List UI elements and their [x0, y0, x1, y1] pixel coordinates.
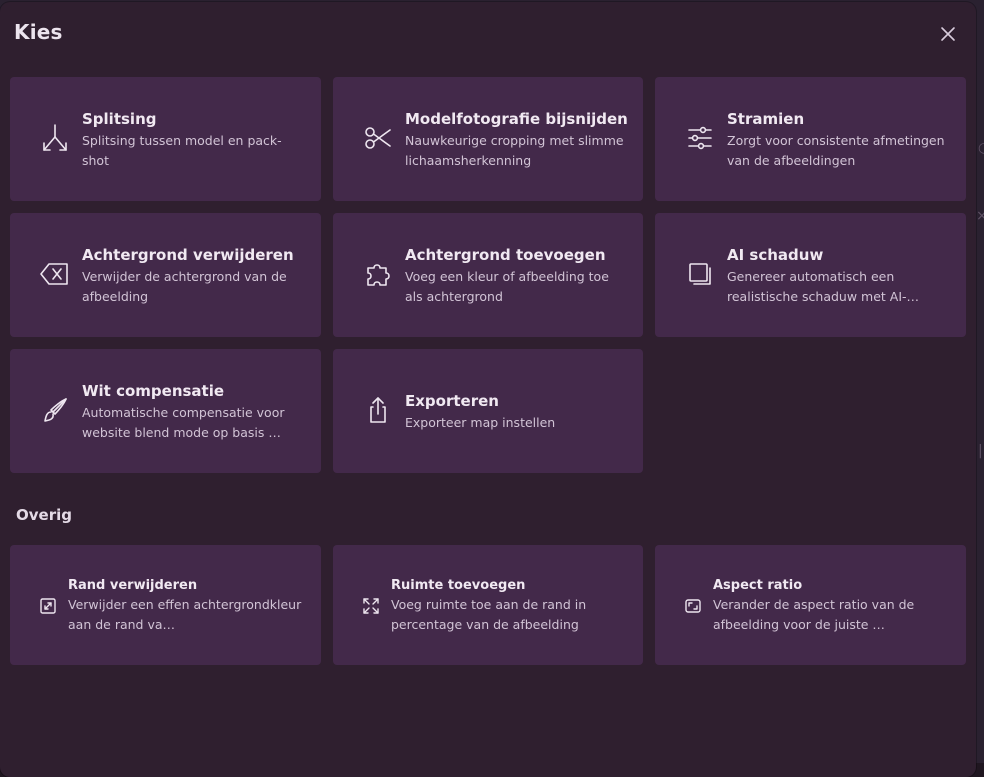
expand-arrows-icon [359, 594, 383, 618]
shadow-square-icon [683, 257, 717, 291]
tool-description: Nauwkeurige cropping met slimme lichaams… [405, 133, 624, 168]
tool-title: Wit compensatie [82, 382, 225, 400]
tool-title: Modelfotografie bijsnijden [405, 110, 628, 128]
scissors-icon [361, 121, 395, 155]
other-title: Ruimte toevoegen [391, 578, 526, 593]
puzzle-icon [361, 257, 395, 291]
tool-title: Exporteren [405, 392, 499, 410]
tool-card-exporteren[interactable]: Exporteren Exporteer map instellen [333, 349, 643, 473]
close-button[interactable] [936, 22, 960, 46]
modal-title: Kies [14, 20, 63, 44]
tool-card-achtergrond-verwijderen[interactable]: Achtergrond verwijderen Verwijder de ach… [10, 213, 321, 337]
tool-description: Zorgt voor consistente afmetingen van de… [727, 133, 945, 168]
sliders-icon [683, 121, 717, 155]
other-title: Aspect ratio [713, 578, 803, 593]
brush-icon [38, 393, 72, 427]
other-description: Verwijder een effen achtergrondkleur aan… [68, 597, 302, 632]
section-title-overig: Overig [16, 506, 72, 524]
background-fragment: × [976, 208, 984, 224]
tool-card-splitsing[interactable]: Splitsing Splitsing tussen model en pack… [10, 77, 321, 201]
tool-card-wit-compensatie[interactable]: Wit compensatie Automatische compensatie… [10, 349, 321, 473]
tool-card-achtergrond-toevoegen[interactable]: Achtergrond toevoegen Voeg een kleur of … [333, 213, 643, 337]
other-title: Rand verwijderen [68, 578, 198, 593]
tool-title: Splitsing [82, 110, 157, 128]
other-description: Verander de aspect ratio van de afbeeldi… [713, 597, 915, 632]
aspect-ratio-icon [681, 594, 705, 618]
backspace-icon [38, 257, 72, 291]
tool-title: Achtergrond verwijderen [82, 246, 294, 264]
split-arrows-icon [38, 121, 72, 155]
close-icon [939, 25, 957, 43]
other-card-rand-verwijderen[interactable]: Rand verwijderen Verwijder een effen ach… [10, 545, 321, 665]
tool-title: Stramien [727, 110, 805, 128]
tool-description: Exporteer map instellen [405, 415, 556, 430]
other-description: Voeg ruimte toe aan de rand in percentag… [391, 597, 587, 632]
other-card-aspect-ratio[interactable]: Aspect ratio Verander de aspect ratio va… [655, 545, 966, 665]
background-fragment: | [978, 443, 983, 459]
tool-title: AI schaduw [727, 246, 824, 264]
tool-description: Verwijder de achtergrond van de afbeeldi… [82, 269, 287, 304]
tool-description: Splitsing tussen model en pack-shot [82, 133, 282, 168]
background-fragment: ○ [978, 140, 984, 156]
share-upload-icon [361, 393, 395, 427]
other-card-ruimte-toevoegen[interactable]: Ruimte toevoegen Voeg ruimte toe aan de … [333, 545, 643, 665]
tool-description: Genereer automatisch een realistische sc… [727, 269, 920, 304]
tool-description: Voeg een kleur of afbeelding toe als ach… [405, 269, 609, 304]
tool-card-modelfotografie[interactable]: Modelfotografie bijsnijden Nauwkeurige c… [333, 77, 643, 201]
shrink-frame-icon [36, 594, 60, 618]
tool-card-stramien[interactable]: Stramien Zorgt voor consistente afmeting… [655, 77, 966, 201]
tool-description: Automatische compensatie voor website bl… [82, 405, 285, 440]
tool-card-ai-schaduw[interactable]: AI schaduw Genereer automatisch een real… [655, 213, 966, 337]
tool-picker-modal: Kies Splitsing Splitsing tussen model en… [0, 2, 976, 777]
tool-title: Achtergrond toevoegen [405, 246, 606, 264]
